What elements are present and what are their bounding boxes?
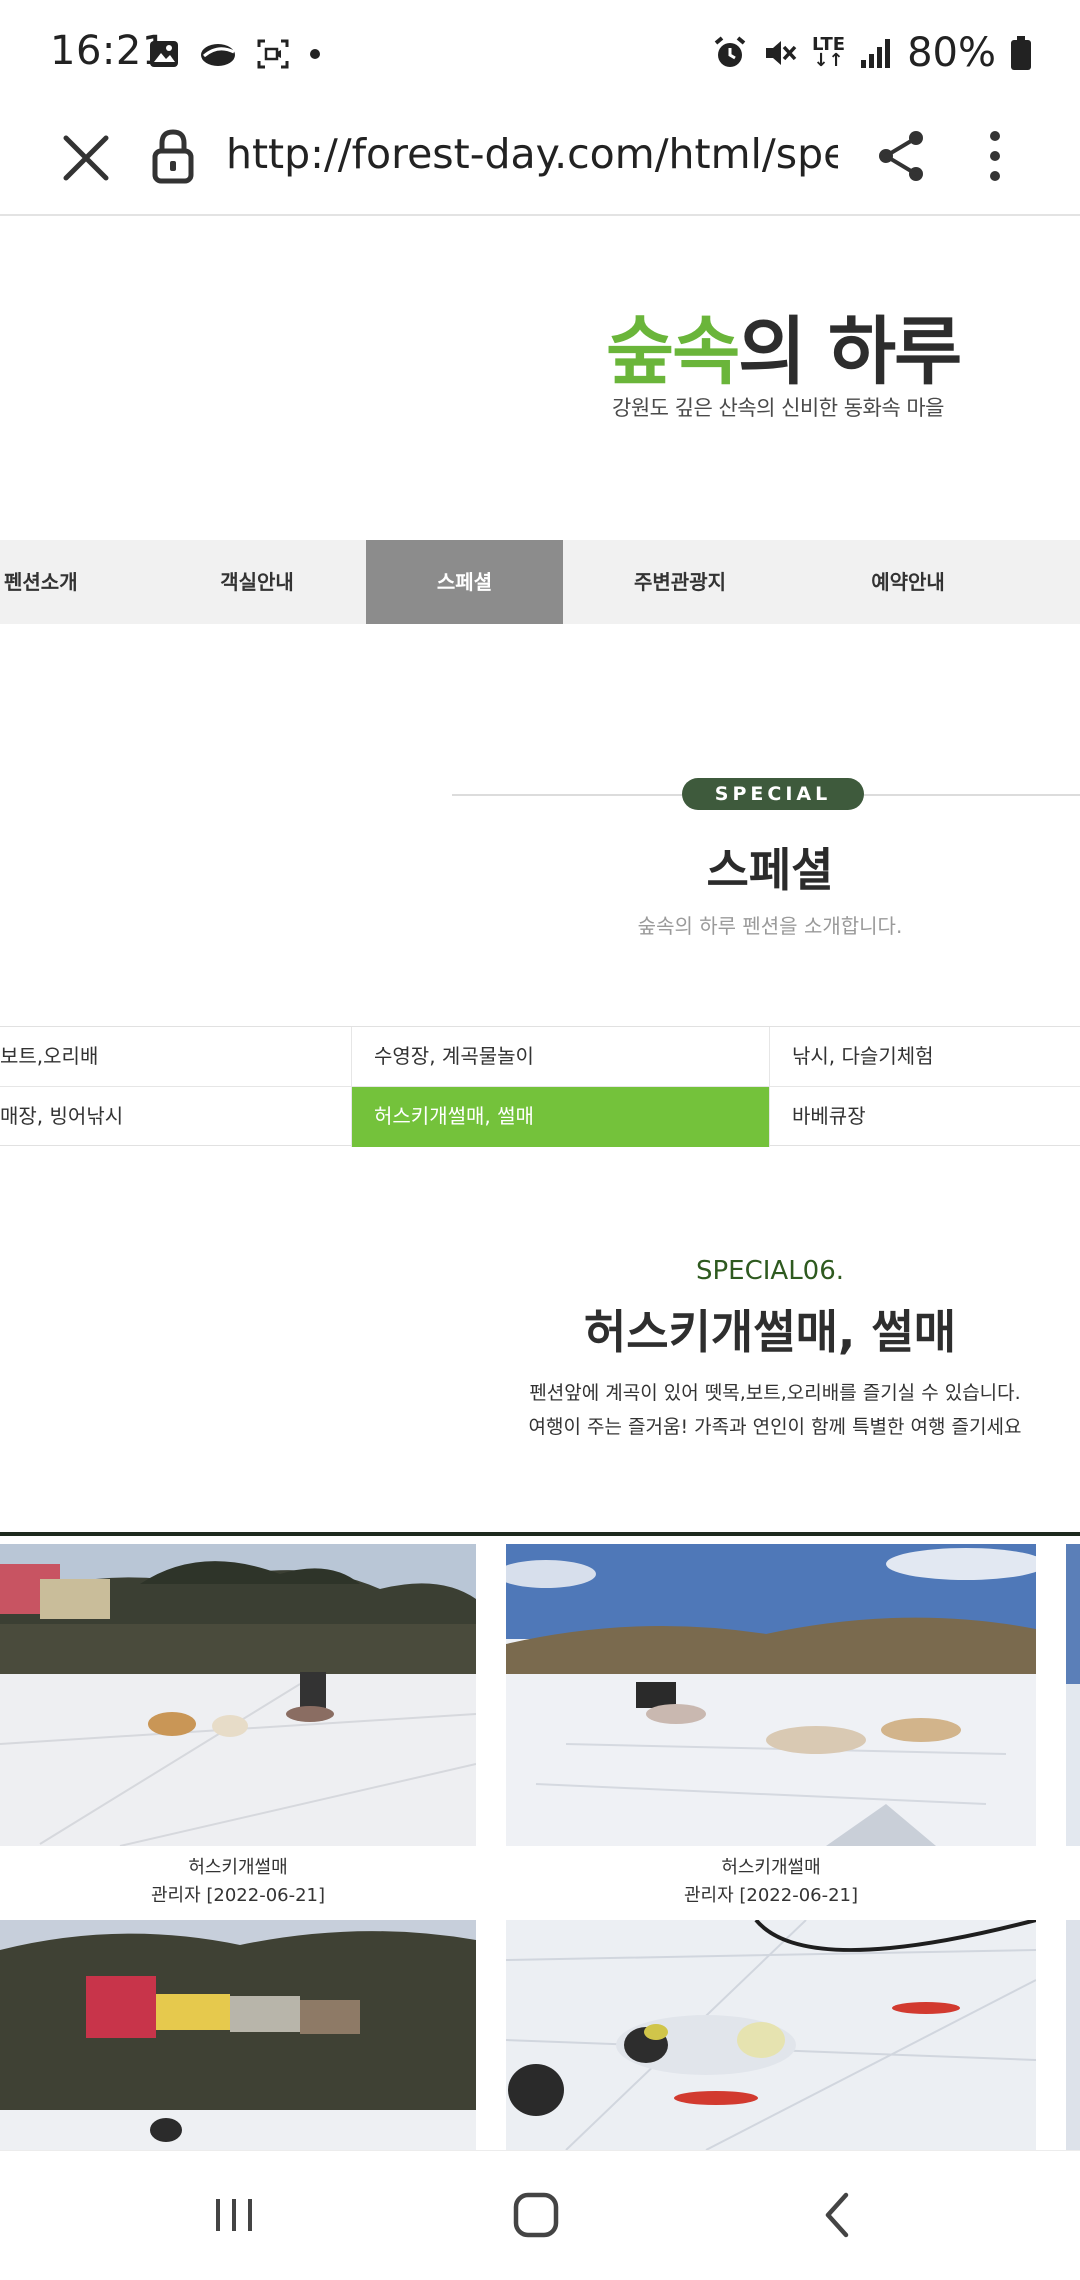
logo-title-green: 숲속 (606, 309, 740, 395)
nav-item-pension-intro[interactable]: 펜션소개 (0, 540, 84, 624)
home-icon[interactable] (506, 2185, 566, 2245)
category-item[interactable]: 바베큐장 (770, 1087, 1080, 1147)
signal-icon (861, 39, 891, 68)
main-nav: 펜션소개 객실안내 스페셜 주변관광지 예약안내 (0, 540, 1080, 624)
battery-percent: 80% (907, 30, 996, 76)
section-title: 스페셜 (706, 843, 834, 897)
browser-toolbar: http://forest-day.com/html/spe (0, 100, 1080, 216)
nav-item-nearby-attractions[interactable]: 주변관광지 (610, 540, 750, 624)
gallery-photo[interactable] (506, 1920, 1036, 2150)
special-description: 펜션앞에 계곡이 있어 뗏목,보트,오리배를 즐기실 수 있습니다. 여행이 주… (528, 1382, 1022, 1438)
url-field[interactable]: http://forest-day.com/html/spe (226, 130, 838, 178)
gallery-photo[interactable] (0, 1920, 476, 2150)
gallery-icon (150, 41, 178, 67)
category-item[interactable]: 낚시, 다슬기체험 (770, 1027, 1080, 1087)
share-icon[interactable] (872, 126, 932, 186)
web-page: 숲속의 하루 강원도 깊은 산속의 신비한 동화속 마을 펜션소개 객실안내 스… (0, 216, 1080, 2150)
more-options-icon[interactable] (970, 126, 1020, 186)
gallery-caption: 허스키개썰매 관리자 [2022-06-21] (683, 1857, 859, 1906)
gallery-divider (0, 1532, 1080, 1536)
lte-indicator: LTE ↓↑ (812, 34, 846, 71)
lock-icon[interactable] (148, 126, 198, 186)
notification-dot-icon (310, 49, 320, 59)
category-menu: 보트,오리배 수영장, 계곡물놀이 낚시, 다슬기체험 매장, 빙어낚시 허스키… (0, 1026, 1080, 1147)
gallery-photo-partial[interactable] (1066, 1544, 1080, 1846)
category-item[interactable]: 매장, 빙어낚시 (0, 1087, 352, 1147)
cloud-icon (201, 44, 235, 66)
mute-icon (766, 41, 797, 65)
nav-item-reservation[interactable]: 예약안내 (840, 540, 976, 624)
category-item[interactable]: 수영장, 계곡물놀이 (352, 1027, 770, 1087)
back-icon[interactable] (808, 2185, 868, 2245)
gallery-photo-partial[interactable] (1066, 1920, 1080, 2150)
recent-apps-icon[interactable] (204, 2185, 264, 2245)
special-number: SPECIAL06. (695, 1256, 845, 1286)
nav-item-special[interactable]: 스페셜 (366, 540, 563, 624)
close-icon[interactable] (56, 128, 116, 188)
battery-icon (1011, 36, 1031, 70)
logo-subtitle: 강원도 깊은 산속의 신비한 동화속 마을 (612, 396, 945, 420)
category-item[interactable]: 보트,오리배 (0, 1027, 352, 1087)
status-bar: 16:21 LTE ↓↑ 80% (0, 0, 1080, 100)
screen-record-icon (257, 39, 289, 69)
section-subtitle: 숲속의 하루 펜션을 소개합니다. (637, 914, 903, 938)
gallery-caption: 허스키개썰매 관리자 [2022-06-21] (150, 1857, 326, 1906)
system-nav-bar (0, 2150, 1080, 2280)
alarm-icon (714, 36, 746, 67)
section-badge: SPECIAL (682, 778, 864, 810)
nav-item-rooms[interactable]: 객실안내 (192, 540, 322, 624)
category-item-active[interactable]: 허스키개썰매, 썰매 (352, 1087, 770, 1147)
gallery-photo[interactable] (0, 1544, 476, 1846)
site-logo[interactable]: 숲속의 하루 강원도 깊은 산속의 신비한 동화속 마을 (606, 309, 962, 422)
gallery-photo[interactable] (506, 1544, 1036, 1846)
special-title: 허스키개썰매, 썰매 (583, 1305, 957, 1359)
logo-title-dark: 의 하루 (738, 309, 962, 395)
